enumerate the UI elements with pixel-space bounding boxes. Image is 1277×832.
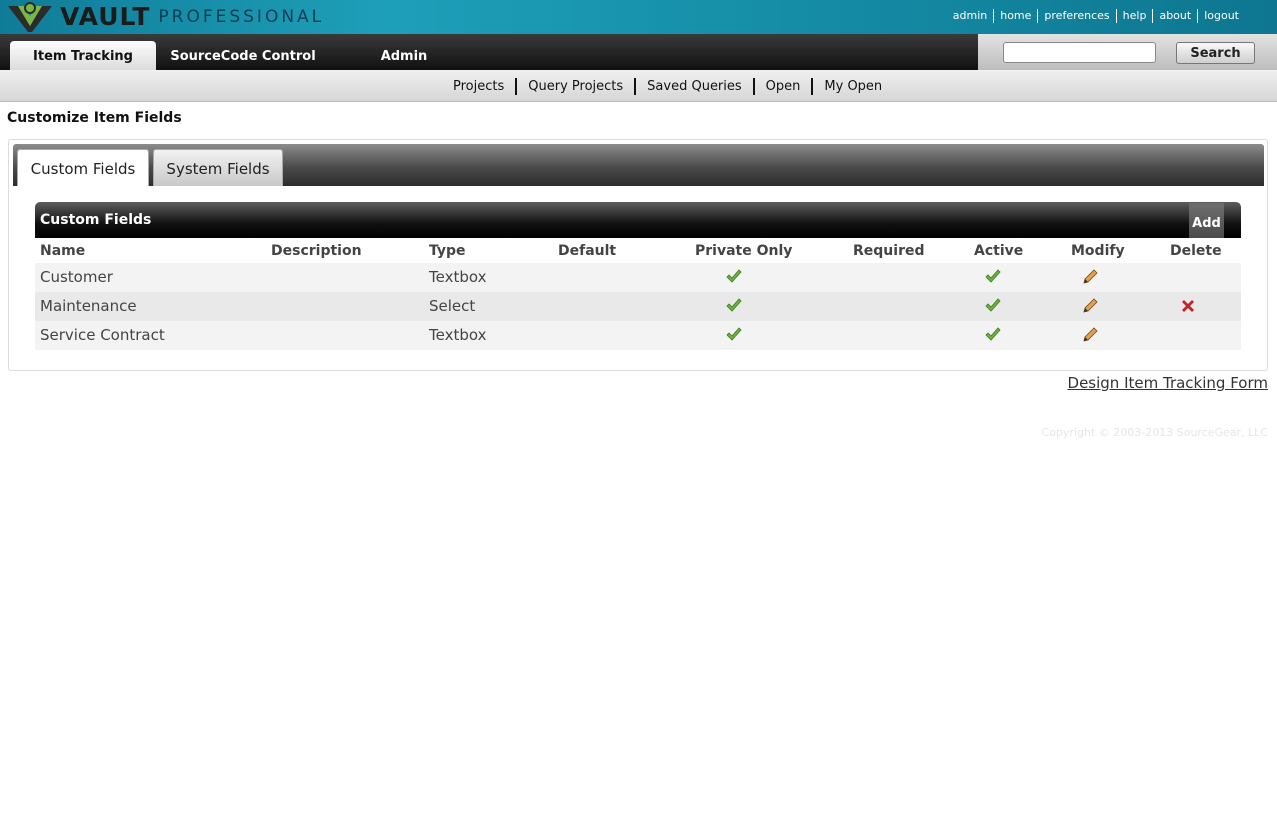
subnav-projects[interactable]: Projects bbox=[445, 78, 515, 95]
field-name: Customer bbox=[40, 268, 113, 286]
vault-logo: VAULT PROFESSIONAL bbox=[6, 1, 324, 33]
subnav-my-open[interactable]: My Open bbox=[811, 78, 893, 95]
user-links: admin home preferences help about logout bbox=[947, 9, 1245, 23]
home-link[interactable]: home bbox=[993, 9, 1037, 23]
col-active: Active bbox=[974, 243, 1024, 259]
active-check-icon bbox=[984, 268, 1002, 286]
col-type: Type bbox=[429, 243, 466, 259]
search-input[interactable] bbox=[1003, 42, 1156, 63]
top-header: VAULT PROFESSIONAL admin home preference… bbox=[0, 0, 1277, 34]
search-area: Search bbox=[978, 34, 1277, 70]
private-only-check-icon bbox=[725, 297, 743, 315]
about-link[interactable]: about bbox=[1152, 9, 1197, 23]
add-field-button[interactable]: Add bbox=[1189, 203, 1224, 238]
tab-item-tracking[interactable]: Item Tracking bbox=[10, 41, 156, 70]
field-name: Service Contract bbox=[40, 326, 165, 344]
subnav-open[interactable]: Open bbox=[752, 78, 812, 95]
private-only-check-icon bbox=[725, 326, 743, 344]
subnav-query-projects[interactable]: Query Projects bbox=[515, 78, 634, 95]
field-type: Textbox bbox=[429, 326, 487, 344]
preferences-link[interactable]: preferences bbox=[1037, 9, 1115, 23]
grid-header: Custom Fields Add bbox=[35, 202, 1241, 238]
copyright-text: Copyright © 2003-2013 SourceGear, LLC bbox=[1041, 426, 1268, 439]
content-tab-strip: Custom Fields System Fields bbox=[13, 144, 1264, 186]
grid-title: Custom Fields bbox=[40, 212, 152, 228]
logo-subtitle: PROFESSIONAL bbox=[158, 7, 325, 27]
sub-nav: Projects Query Projects Saved Queries Op… bbox=[0, 70, 1277, 102]
tab-admin[interactable]: Admin bbox=[360, 41, 448, 70]
logo-word: VAULT bbox=[60, 2, 151, 31]
active-check-icon bbox=[984, 297, 1002, 315]
col-delete: Delete bbox=[1170, 243, 1222, 259]
design-form-link[interactable]: Design Item Tracking Form bbox=[1068, 374, 1268, 392]
col-name: Name bbox=[40, 243, 86, 259]
search-button[interactable]: Search bbox=[1176, 42, 1255, 64]
table-row: Service Contract Textbox bbox=[35, 321, 1241, 350]
tab-sourcecode-control[interactable]: SourceCode Control bbox=[164, 41, 322, 70]
modify-pencil-icon[interactable] bbox=[1081, 268, 1099, 286]
field-name: Maintenance bbox=[40, 297, 137, 315]
col-modify: Modify bbox=[1071, 243, 1125, 259]
help-link[interactable]: help bbox=[1115, 9, 1153, 23]
tab-custom-fields[interactable]: Custom Fields bbox=[17, 149, 149, 186]
table-row: Customer Textbox bbox=[35, 263, 1241, 292]
field-type: Select bbox=[429, 297, 476, 315]
delete-x-icon[interactable] bbox=[1179, 297, 1197, 315]
col-required: Required bbox=[853, 243, 925, 259]
active-check-icon bbox=[984, 326, 1002, 344]
col-description: Description bbox=[271, 243, 362, 259]
logout-link[interactable]: logout bbox=[1197, 9, 1245, 23]
vault-logo-icon bbox=[8, 2, 52, 32]
admin-link[interactable]: admin bbox=[947, 9, 993, 23]
tab-system-fields[interactable]: System Fields bbox=[153, 149, 283, 186]
table-row: Maintenance Select bbox=[35, 292, 1241, 321]
col-default: Default bbox=[558, 243, 617, 259]
modify-pencil-icon[interactable] bbox=[1081, 297, 1099, 315]
page-title: Customize Item Fields bbox=[7, 110, 182, 126]
field-type: Textbox bbox=[429, 268, 487, 286]
subnav-saved-queries[interactable]: Saved Queries bbox=[634, 78, 753, 95]
modify-pencil-icon[interactable] bbox=[1081, 326, 1099, 344]
private-only-check-icon bbox=[725, 268, 743, 286]
col-private-only: Private Only bbox=[695, 243, 793, 259]
